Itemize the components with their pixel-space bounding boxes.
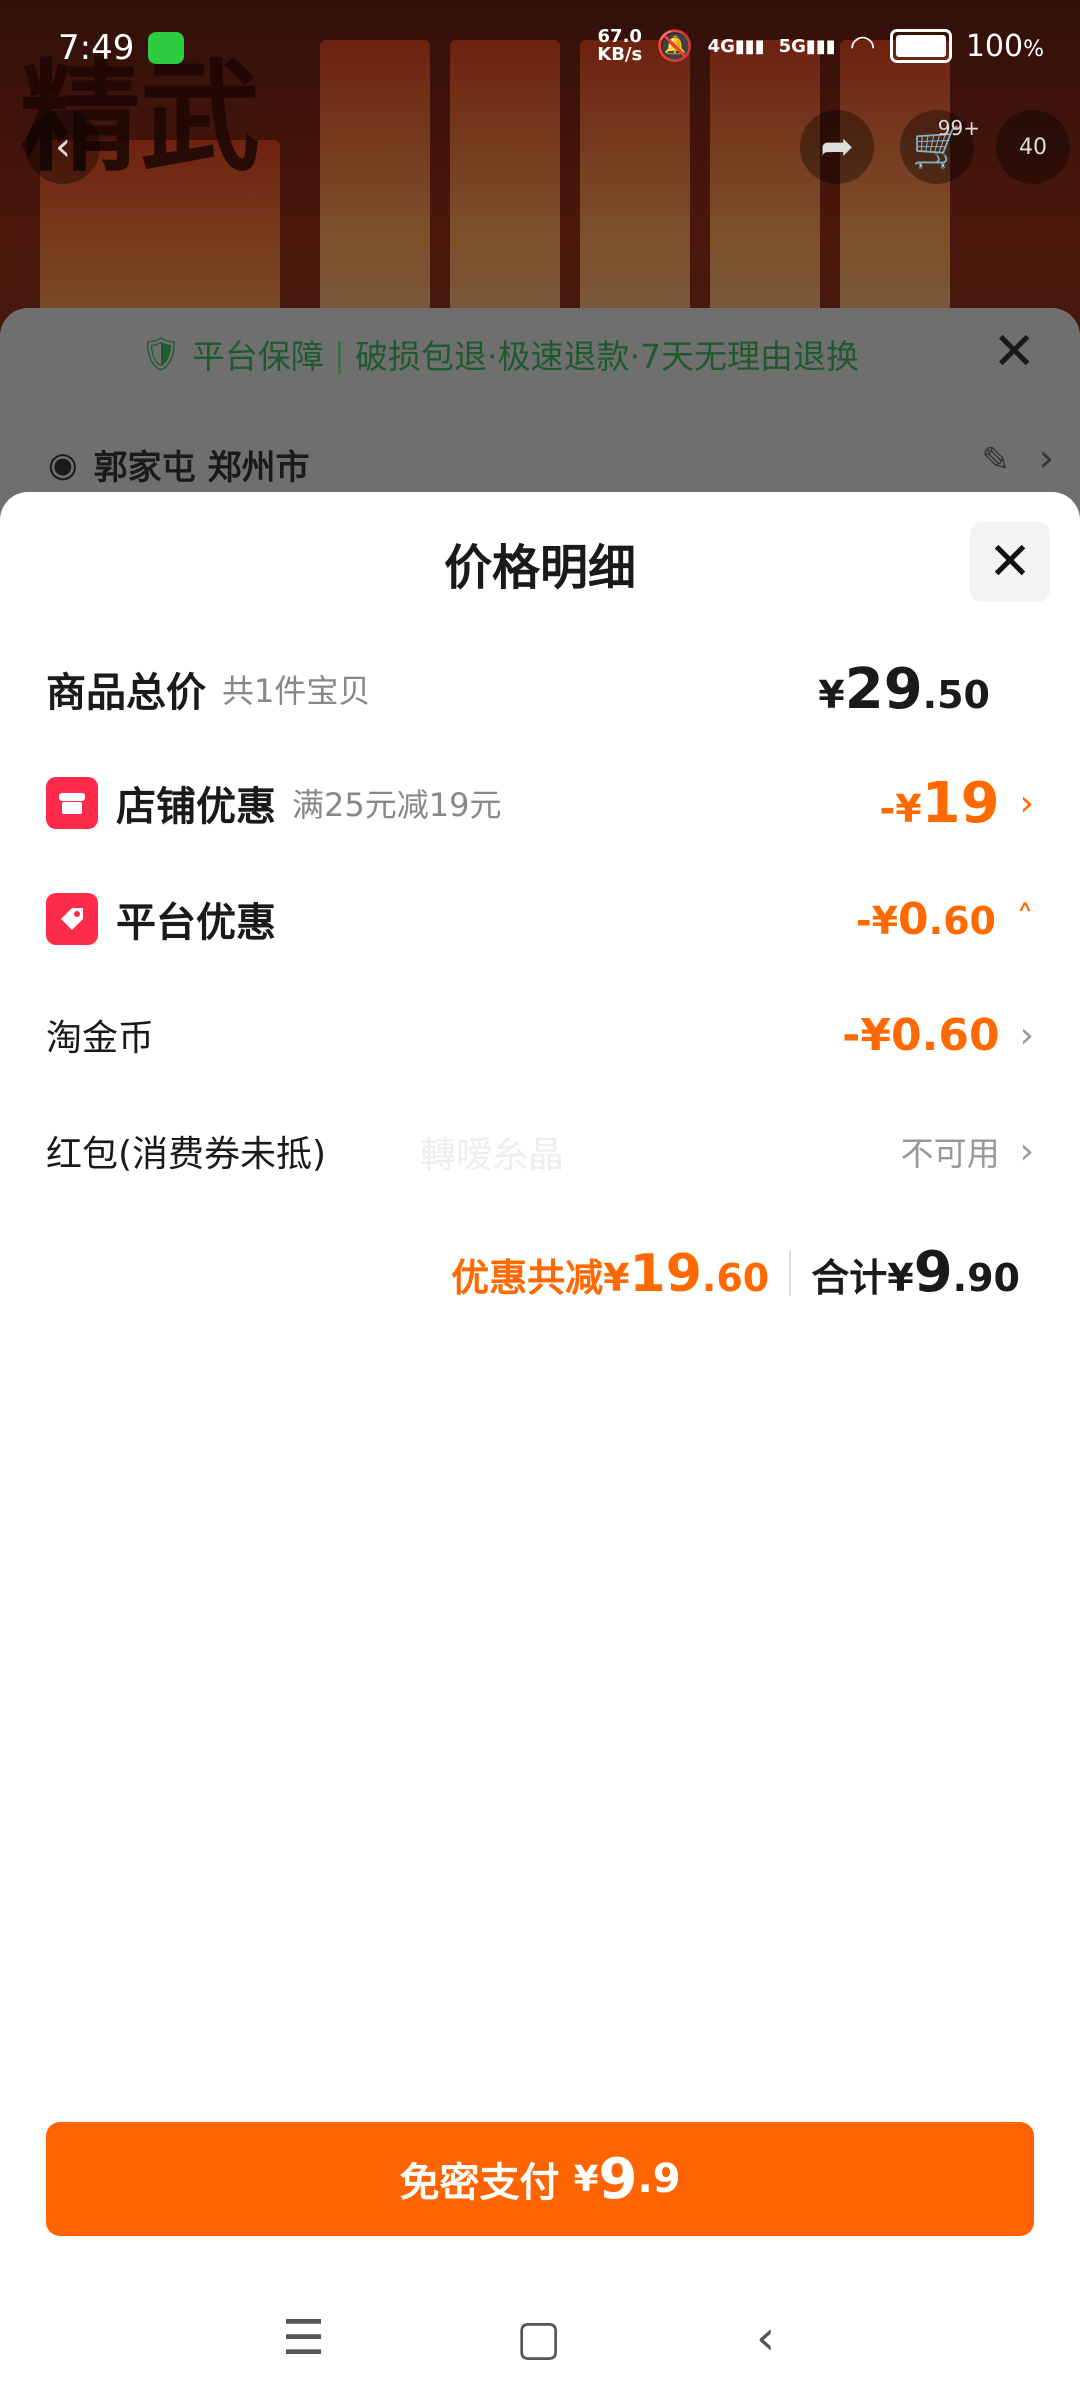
order-sheet-close-icon[interactable]: ✕ [992, 326, 1036, 378]
chevron-right-icon: › [1019, 1130, 1034, 1172]
signal-4g: 4G▮▮▮ [707, 35, 765, 57]
chevron-right-icon: › [1019, 782, 1034, 824]
goods-total-amount: ¥ 29 .50 [818, 656, 990, 722]
coins-amount: -¥0.60 [842, 1009, 1000, 1061]
menu-icon[interactable]: ☰ [282, 2310, 325, 2366]
system-navigation-bar: ☰ ▢ ‹ [0, 2290, 1080, 2400]
goods-total-row: 商品总价 共1件宝贝 ¥ 29 .50 [46, 656, 990, 722]
network-speed: 67.0 KB/s [597, 26, 643, 65]
app-notification-icon [148, 32, 184, 64]
signal-5g: 5G▮▮▮ [778, 35, 836, 57]
battery-icon [889, 29, 952, 63]
location-pin-icon: ◉ [48, 444, 78, 485]
status-time: 7:49 [58, 28, 135, 68]
status-indicators: 67.0 KB/s 🔕 4G▮▮▮ 5G▮▮▮ ◠ 100% [597, 28, 1044, 64]
red-packet-status: 不可用 [900, 1134, 1000, 1173]
battery-level: 100% [965, 28, 1044, 64]
platform-discount-row[interactable]: 平台优惠 -¥ 0 .60 ˄ [46, 884, 1034, 954]
home-icon[interactable]: ▢ [516, 2310, 561, 2366]
shipping-address[interactable]: ◉ 郭家屯 郑州市 [48, 440, 310, 489]
divider [789, 1249, 792, 1296]
close-button[interactable]: ✕ [970, 522, 1050, 602]
close-icon: ✕ [988, 532, 1032, 592]
more-icon[interactable]: 40 [996, 110, 1070, 184]
store-discount-row[interactable]: 店铺优惠 满25元减19元 -¥ 19 › [46, 768, 1034, 838]
edit-icon[interactable]: ✎ [982, 440, 1011, 480]
mute-icon: 🔕 [656, 28, 694, 64]
back-nav-icon[interactable]: ‹ [756, 2310, 775, 2366]
shield-check-icon: 🛡 [140, 334, 182, 373]
wifi-icon: ◠ [849, 28, 876, 64]
cart-icon[interactable]: 🛒 99+ [900, 110, 980, 184]
platform-guarantee: 🛡 平台保障 | 破损包退·极速退款·7天无理由退换 [140, 334, 860, 376]
platform-discount-amount: -¥ 0 .60 [855, 893, 996, 945]
watermark-text: 轉嗳糸晶 [420, 1135, 565, 1176]
price-summary: 优惠共减 ¥ 19 .60 合计 ¥ 9 .90 [451, 1240, 1020, 1305]
password-free-pay-button[interactable]: 免密支付 ¥ 9 .9 [46, 2122, 1034, 2236]
coupon-tag-icon [46, 893, 98, 945]
chevron-right-icon: › [1019, 1014, 1034, 1056]
status-bar: 7:49 67.0 KB/s 🔕 4G▮▮▮ 5G▮▮▮ ◠ 100% [0, 0, 1080, 90]
back-icon[interactable]: ‹ [26, 110, 100, 184]
chevron-right-icon[interactable]: › [1039, 436, 1054, 480]
share-icon[interactable]: ➦ [800, 110, 874, 184]
chevron-up-icon: ˄ [1016, 898, 1034, 940]
store-icon [46, 777, 98, 829]
coins-row[interactable]: 淘金币 -¥0.60 › [46, 1000, 1034, 1070]
sheet-title: 价格明细 [443, 540, 636, 596]
store-discount-amount: -¥ 19 [879, 770, 1000, 836]
